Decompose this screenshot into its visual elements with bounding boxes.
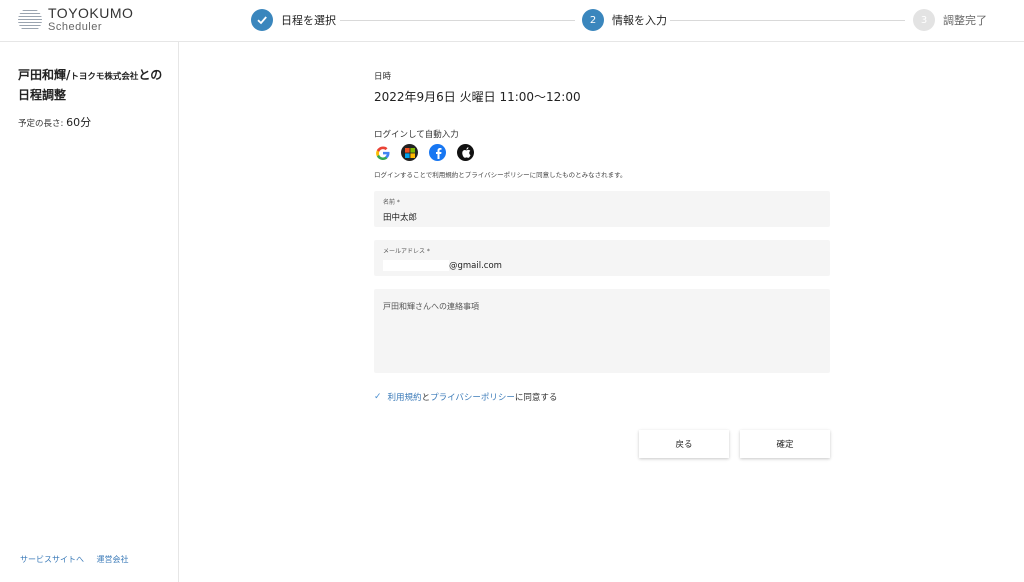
step-complete: 3 調整完了 [913,9,987,31]
brand-name: TOYOKUMO [48,5,134,21]
datetime-value: 2022年9月6日 火曜日 11:00〜12:00 [374,90,581,104]
login-label: ログインして自動入力 [374,130,459,140]
message-placeholder: 戸田和輝さんへの連絡事項 [383,302,479,311]
apple-icon[interactable] [457,144,474,161]
back-button[interactable]: 戻る [639,430,729,458]
step-label: 情報を入力 [612,14,667,27]
title-line2: 日程調整 [18,88,67,102]
redacted-block [383,260,449,271]
sidebar: 戸田和輝/トヨクモ株式会社との 日程調整 予定の長さ: 60分 サービスサイトへ… [0,42,179,582]
duration: 予定の長さ: 60分 [18,114,91,130]
company-link[interactable]: 運営会社 [97,555,129,564]
duration-value: 60分 [66,116,92,129]
agree-and: と [421,393,431,403]
microsoft-icon[interactable] [401,144,418,161]
logo[interactable]: TOYOKUMO Scheduler [18,6,133,33]
check-icon [251,9,273,31]
agree-suffix: に同意する [514,393,558,403]
email-label: メールアドレス * [383,248,430,255]
name-field[interactable]: 名前 * 田中太郎 [374,191,830,227]
organizer-company: トヨクモ株式会社 [70,72,139,82]
privacy-link[interactable]: プライバシーポリシー [430,391,515,403]
step-number: 2 [582,9,604,31]
sidebar-footer: サービスサイトへ 運営会社 [20,554,139,565]
step-label: 調整完了 [943,14,987,27]
title-suffix: との [138,68,163,82]
organizer-name: 戸田和輝/ [18,68,71,82]
terms-link[interactable]: 利用規約 [388,391,422,403]
event-title: 戸田和輝/トヨクモ株式会社との 日程調整 [18,66,168,104]
email-field[interactable]: メールアドレス * @gmail.com [374,240,830,276]
duration-label: 予定の長さ: [18,119,67,129]
confirm-button[interactable]: 確定 [740,430,830,458]
login-note: ログインすることで利用規約とプライバシーポリシーに同意したものとみなされます。 [374,171,627,179]
step-connector [340,20,575,21]
name-input[interactable]: 田中太郎 [383,211,417,223]
logo-icon [18,8,42,32]
header: TOYOKUMO Scheduler 日程を選択 2 情報を入力 3 調整完了 [0,0,1024,42]
name-label: 名前 * [383,199,400,206]
email-input[interactable]: @gmail.com [383,260,502,271]
message-field[interactable]: 戸田和輝さんへの連絡事項 [374,289,830,373]
checkbox-check-icon[interactable]: ✓ [374,392,382,402]
email-domain: @gmail.com [449,261,502,271]
step-label: 日程を選択 [281,14,336,27]
step-enter-info: 2 情報を入力 [582,9,667,31]
step-select-date: 日程を選択 [251,9,336,31]
service-site-link[interactable]: サービスサイトへ [20,555,84,564]
facebook-icon[interactable] [429,144,446,161]
brand-sub: Scheduler [48,21,103,33]
google-icon[interactable] [374,144,391,161]
step-number: 3 [913,9,935,31]
agree-terms[interactable]: ✓ 利用規約 と プライバシーポリシー に同意する [374,391,557,403]
step-connector [670,20,905,21]
datetime-label: 日時 [374,72,392,82]
